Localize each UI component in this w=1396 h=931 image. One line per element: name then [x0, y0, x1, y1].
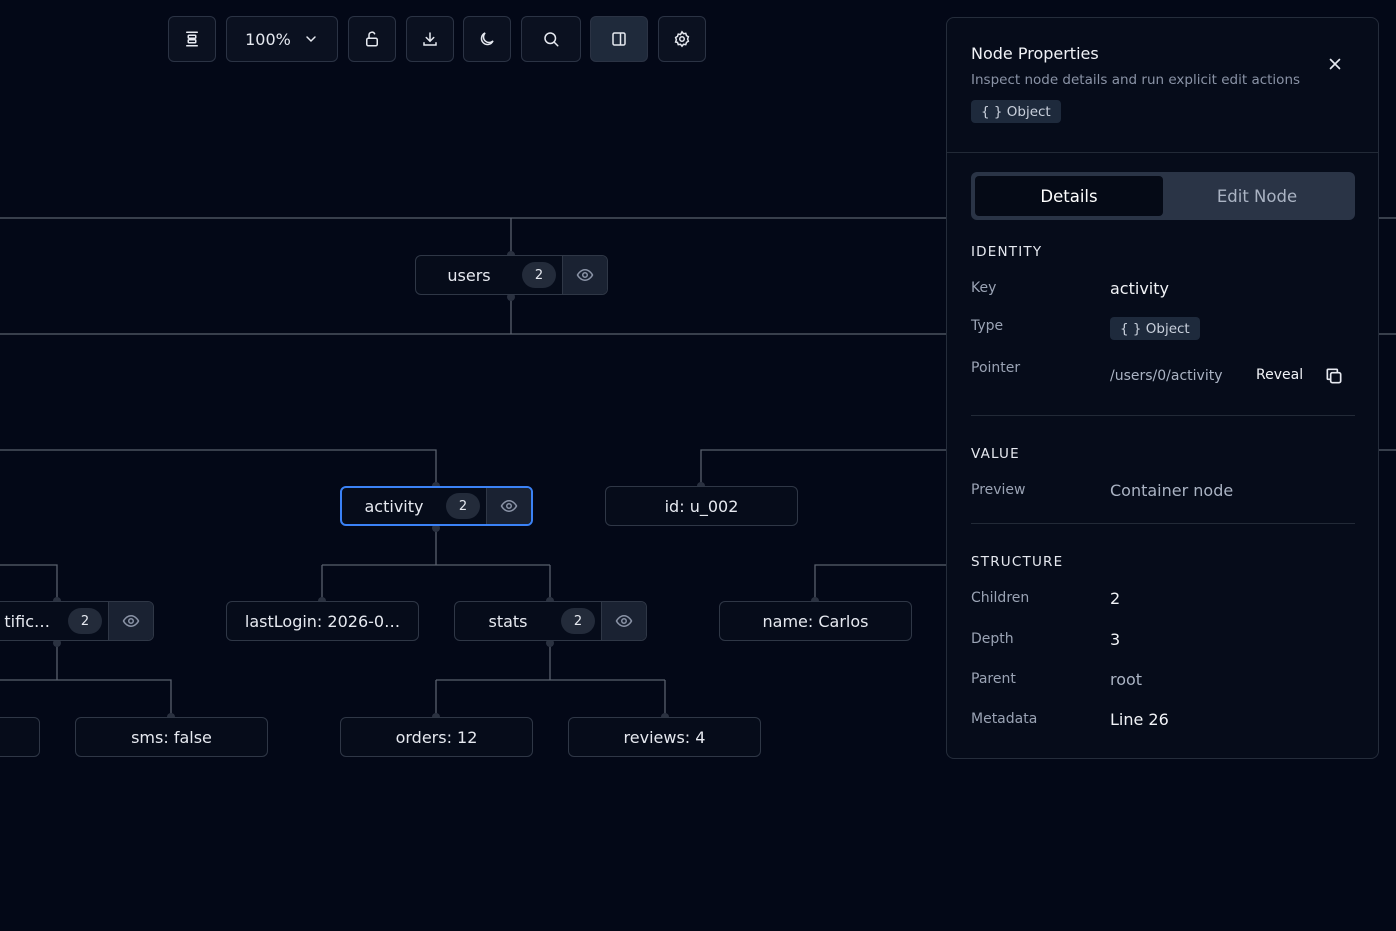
graph-node-id[interactable]: id: u_002	[605, 486, 798, 526]
edge	[0, 217, 946, 255]
node-properties-panel: Node Properties Inspect node details and…	[946, 17, 1379, 759]
node-label: sms: false	[131, 727, 212, 747]
search-button[interactable]	[521, 16, 581, 62]
graph-node-users[interactable]: users 2	[415, 255, 608, 295]
preview-value: Container node	[1110, 481, 1234, 500]
chevron-down-icon	[306, 36, 316, 43]
node-label: users	[447, 265, 491, 285]
eye-icon[interactable]	[486, 488, 531, 524]
theme-toggle-button[interactable]	[463, 16, 511, 62]
node-label: name: Carlos	[762, 611, 869, 631]
child-count-badge: 2	[561, 608, 595, 634]
node-label: tific…	[4, 611, 50, 631]
settings-button[interactable]	[658, 16, 706, 62]
eye-icon[interactable]	[108, 602, 153, 640]
parent-label: Parent	[971, 671, 1016, 687]
edge	[0, 297, 946, 335]
graph-node-name[interactable]: name: Carlos	[719, 601, 912, 641]
edge	[0, 449, 437, 486]
child-count-badge: 2	[522, 262, 556, 288]
zoom-level: 100%	[245, 29, 291, 49]
edge	[814, 564, 946, 601]
copy-button[interactable]	[1324, 366, 1346, 388]
type-value-chip: { } Object	[1110, 317, 1200, 340]
align-button[interactable]	[168, 16, 216, 62]
lock-icon	[366, 31, 378, 47]
align-icon	[186, 31, 198, 47]
graph-node-notifications[interactable]: tific… 2	[0, 601, 154, 641]
tab-edit-node[interactable]: Edit Node	[1163, 176, 1351, 216]
divider	[971, 523, 1355, 524]
panel-title: Node Properties	[971, 44, 1099, 63]
node-label: lastLogin: 2026-0…	[244, 611, 401, 631]
graph-node-sms[interactable]: sms: false	[75, 717, 268, 757]
graph-node-orders[interactable]: orders: 12	[340, 717, 533, 757]
graph-node-offscreen[interactable]	[0, 717, 40, 757]
graph-node-reviews[interactable]: reviews: 4	[568, 717, 761, 757]
divider	[971, 415, 1355, 416]
close-button[interactable]	[1323, 52, 1347, 76]
gear-icon	[674, 30, 690, 48]
node-label: orders: 12	[395, 727, 478, 747]
zoom-dropdown[interactable]: 100%	[226, 16, 338, 62]
metadata-label: Metadata	[971, 711, 1038, 727]
lock-button[interactable]	[348, 16, 396, 62]
pointer-value: /users/0/activity	[1110, 368, 1223, 384]
panel-toggle-icon	[612, 32, 626, 46]
node-label: id: u_002	[664, 496, 739, 516]
children-label: Children	[971, 590, 1030, 606]
node-label: stats	[488, 611, 528, 631]
download-button[interactable]	[406, 16, 454, 62]
eye-icon[interactable]	[562, 256, 607, 294]
node-label: reviews: 4	[623, 727, 706, 747]
reveal-button[interactable]: Reveal	[1256, 367, 1303, 383]
depth-label: Depth	[971, 631, 1014, 647]
panel-subtitle: Inspect node details and run explicit ed…	[971, 72, 1301, 88]
close-icon	[1329, 58, 1341, 70]
download-icon	[423, 32, 437, 46]
type-chip: { } Object	[971, 100, 1061, 123]
depth-value: 3	[1110, 630, 1121, 649]
node-label: activity	[364, 496, 424, 516]
divider	[947, 152, 1378, 153]
metadata-value: Line 26	[1110, 710, 1169, 729]
copy-icon	[1326, 368, 1342, 384]
edge	[321, 528, 551, 601]
graph-node-activity[interactable]: activity 2	[340, 486, 533, 526]
parent-value: root	[1110, 670, 1143, 689]
preview-label: Preview	[971, 482, 1026, 498]
children-value: 2	[1110, 589, 1121, 608]
edge	[0, 564, 58, 601]
child-count-badge: 2	[446, 493, 480, 519]
search-icon	[544, 32, 559, 47]
tab-details[interactable]: Details	[975, 176, 1163, 216]
edge	[435, 643, 666, 717]
eye-icon[interactable]	[601, 602, 646, 640]
panel-tabs: Details Edit Node	[971, 172, 1355, 220]
panel-toggle-button[interactable]	[590, 16, 648, 62]
key-value: activity	[1110, 279, 1169, 298]
child-count-badge: 2	[68, 608, 102, 634]
edge	[700, 449, 946, 486]
edge	[0, 643, 172, 717]
key-label: Key	[971, 280, 997, 296]
value-heading: VALUE	[971, 446, 1020, 462]
graph-node-stats[interactable]: stats 2	[454, 601, 647, 641]
type-label: Type	[971, 318, 1004, 334]
graph-node-lastlogin[interactable]: lastLogin: 2026-0…	[226, 601, 419, 641]
moon-icon	[480, 32, 494, 46]
structure-heading: STRUCTURE	[971, 554, 1064, 570]
pointer-label: Pointer	[971, 360, 1021, 376]
identity-heading: IDENTITY	[971, 244, 1043, 260]
